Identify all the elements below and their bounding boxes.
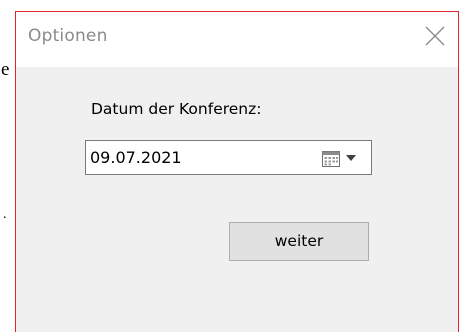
conference-date-label: Datum der Konferenz: xyxy=(91,100,262,118)
date-value[interactable]: 09.07.2021 xyxy=(90,148,182,167)
options-dialog: Optionen Datum der Konferenz: 09.07.2021 xyxy=(15,11,459,332)
background-document-text: e xyxy=(1,59,10,80)
dialog-title: Optionen xyxy=(28,26,108,46)
background-document-text: . xyxy=(3,207,7,222)
conference-date-picker[interactable]: 09.07.2021 xyxy=(85,140,372,175)
chevron-down-icon[interactable] xyxy=(346,155,356,161)
next-button[interactable]: weiter xyxy=(229,222,369,261)
close-button[interactable] xyxy=(412,12,458,60)
calendar-icon[interactable] xyxy=(322,151,340,167)
close-icon xyxy=(425,26,445,46)
title-bar: Optionen xyxy=(16,12,458,67)
